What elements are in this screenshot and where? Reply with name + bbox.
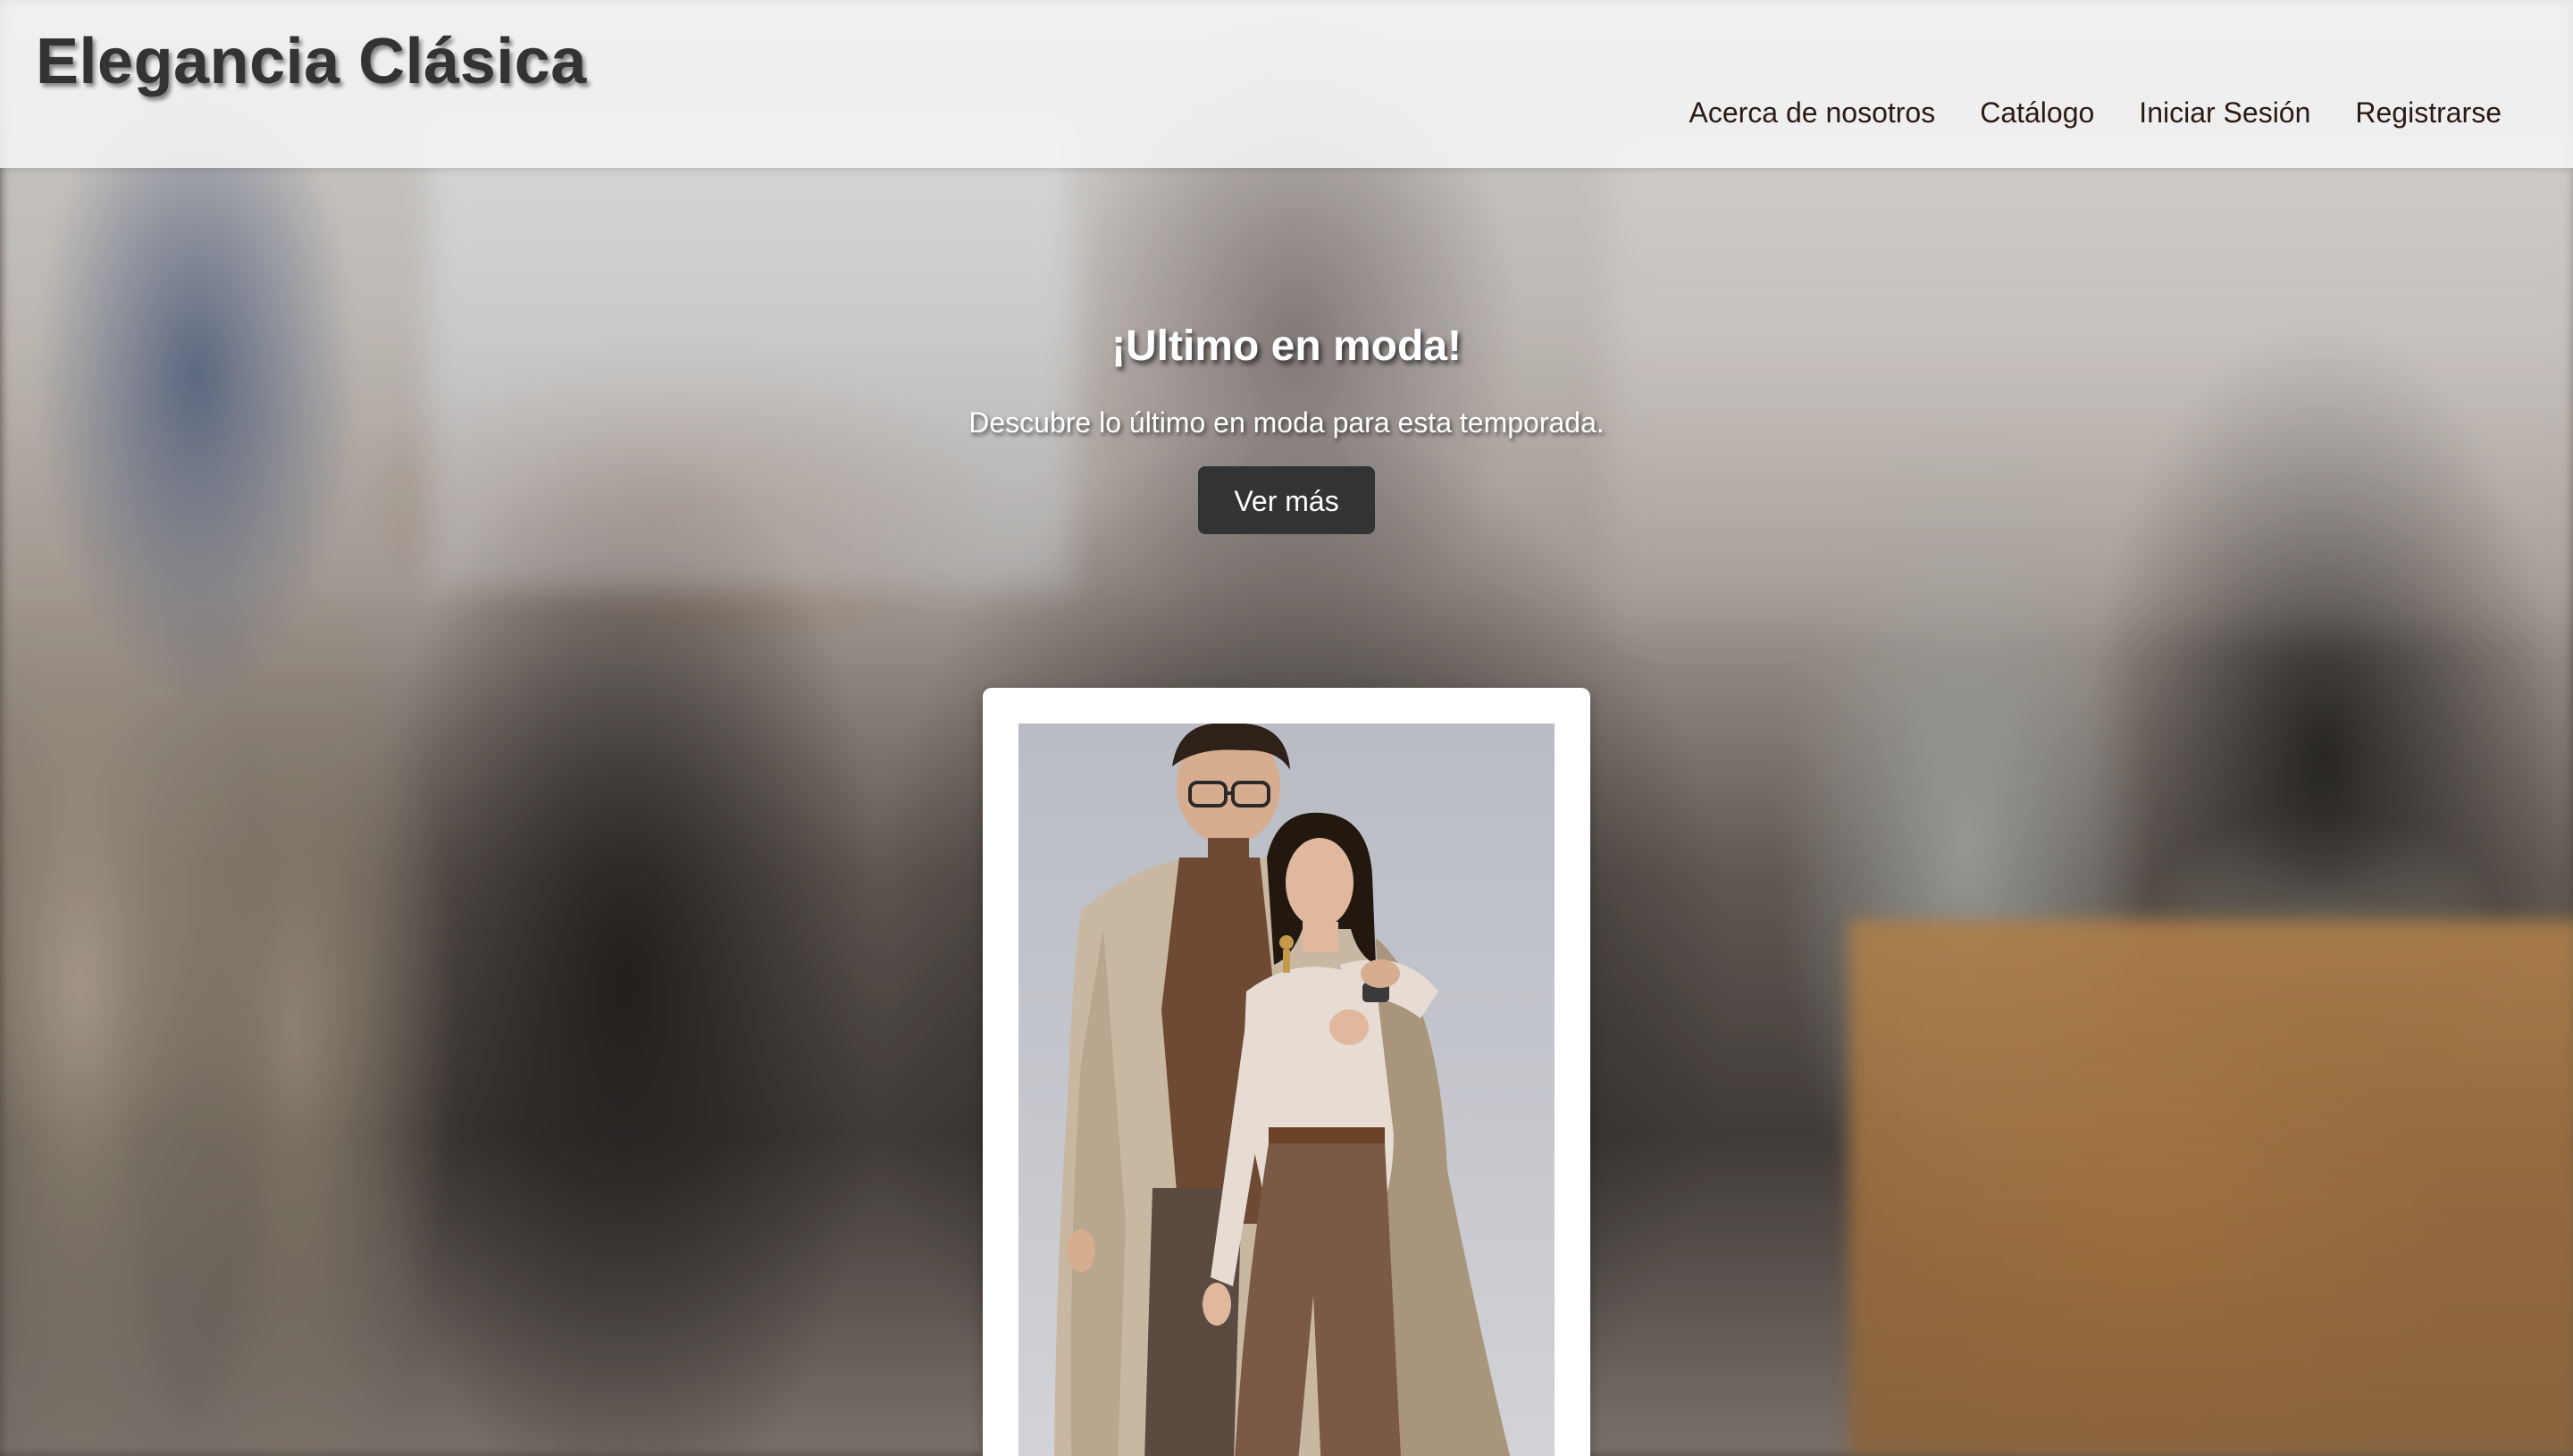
main-nav: Acerca de nosotros Catálogo Iniciar Sesi… xyxy=(1689,96,2502,130)
page: Elegancia Clásica Acerca de nosotros Cat… xyxy=(0,0,2573,1456)
nav-link-register[interactable]: Registrarse xyxy=(2355,96,2502,130)
fashion-couple-illustration xyxy=(1054,724,1511,1456)
fashion-couple-photo xyxy=(1018,724,1555,1456)
nav-link-login[interactable]: Iniciar Sesión xyxy=(2139,96,2310,130)
brand-logo[interactable]: Elegancia Clásica xyxy=(36,25,587,98)
hero-section: ¡Ultimo en moda! Descubre lo último en m… xyxy=(0,322,2573,534)
site-header: Elegancia Clásica Acerca de nosotros Cat… xyxy=(0,0,2573,168)
see-more-button[interactable]: Ver más xyxy=(1198,466,1375,534)
hero-subtitle: Descubre lo último en moda para esta tem… xyxy=(968,406,1605,439)
featured-photo-card xyxy=(983,688,1590,1456)
nav-link-about[interactable]: Acerca de nosotros xyxy=(1689,96,1936,130)
nav-link-catalog[interactable]: Catálogo xyxy=(1980,96,2094,130)
hero-title: ¡Ultimo en moda! xyxy=(1111,322,1462,370)
